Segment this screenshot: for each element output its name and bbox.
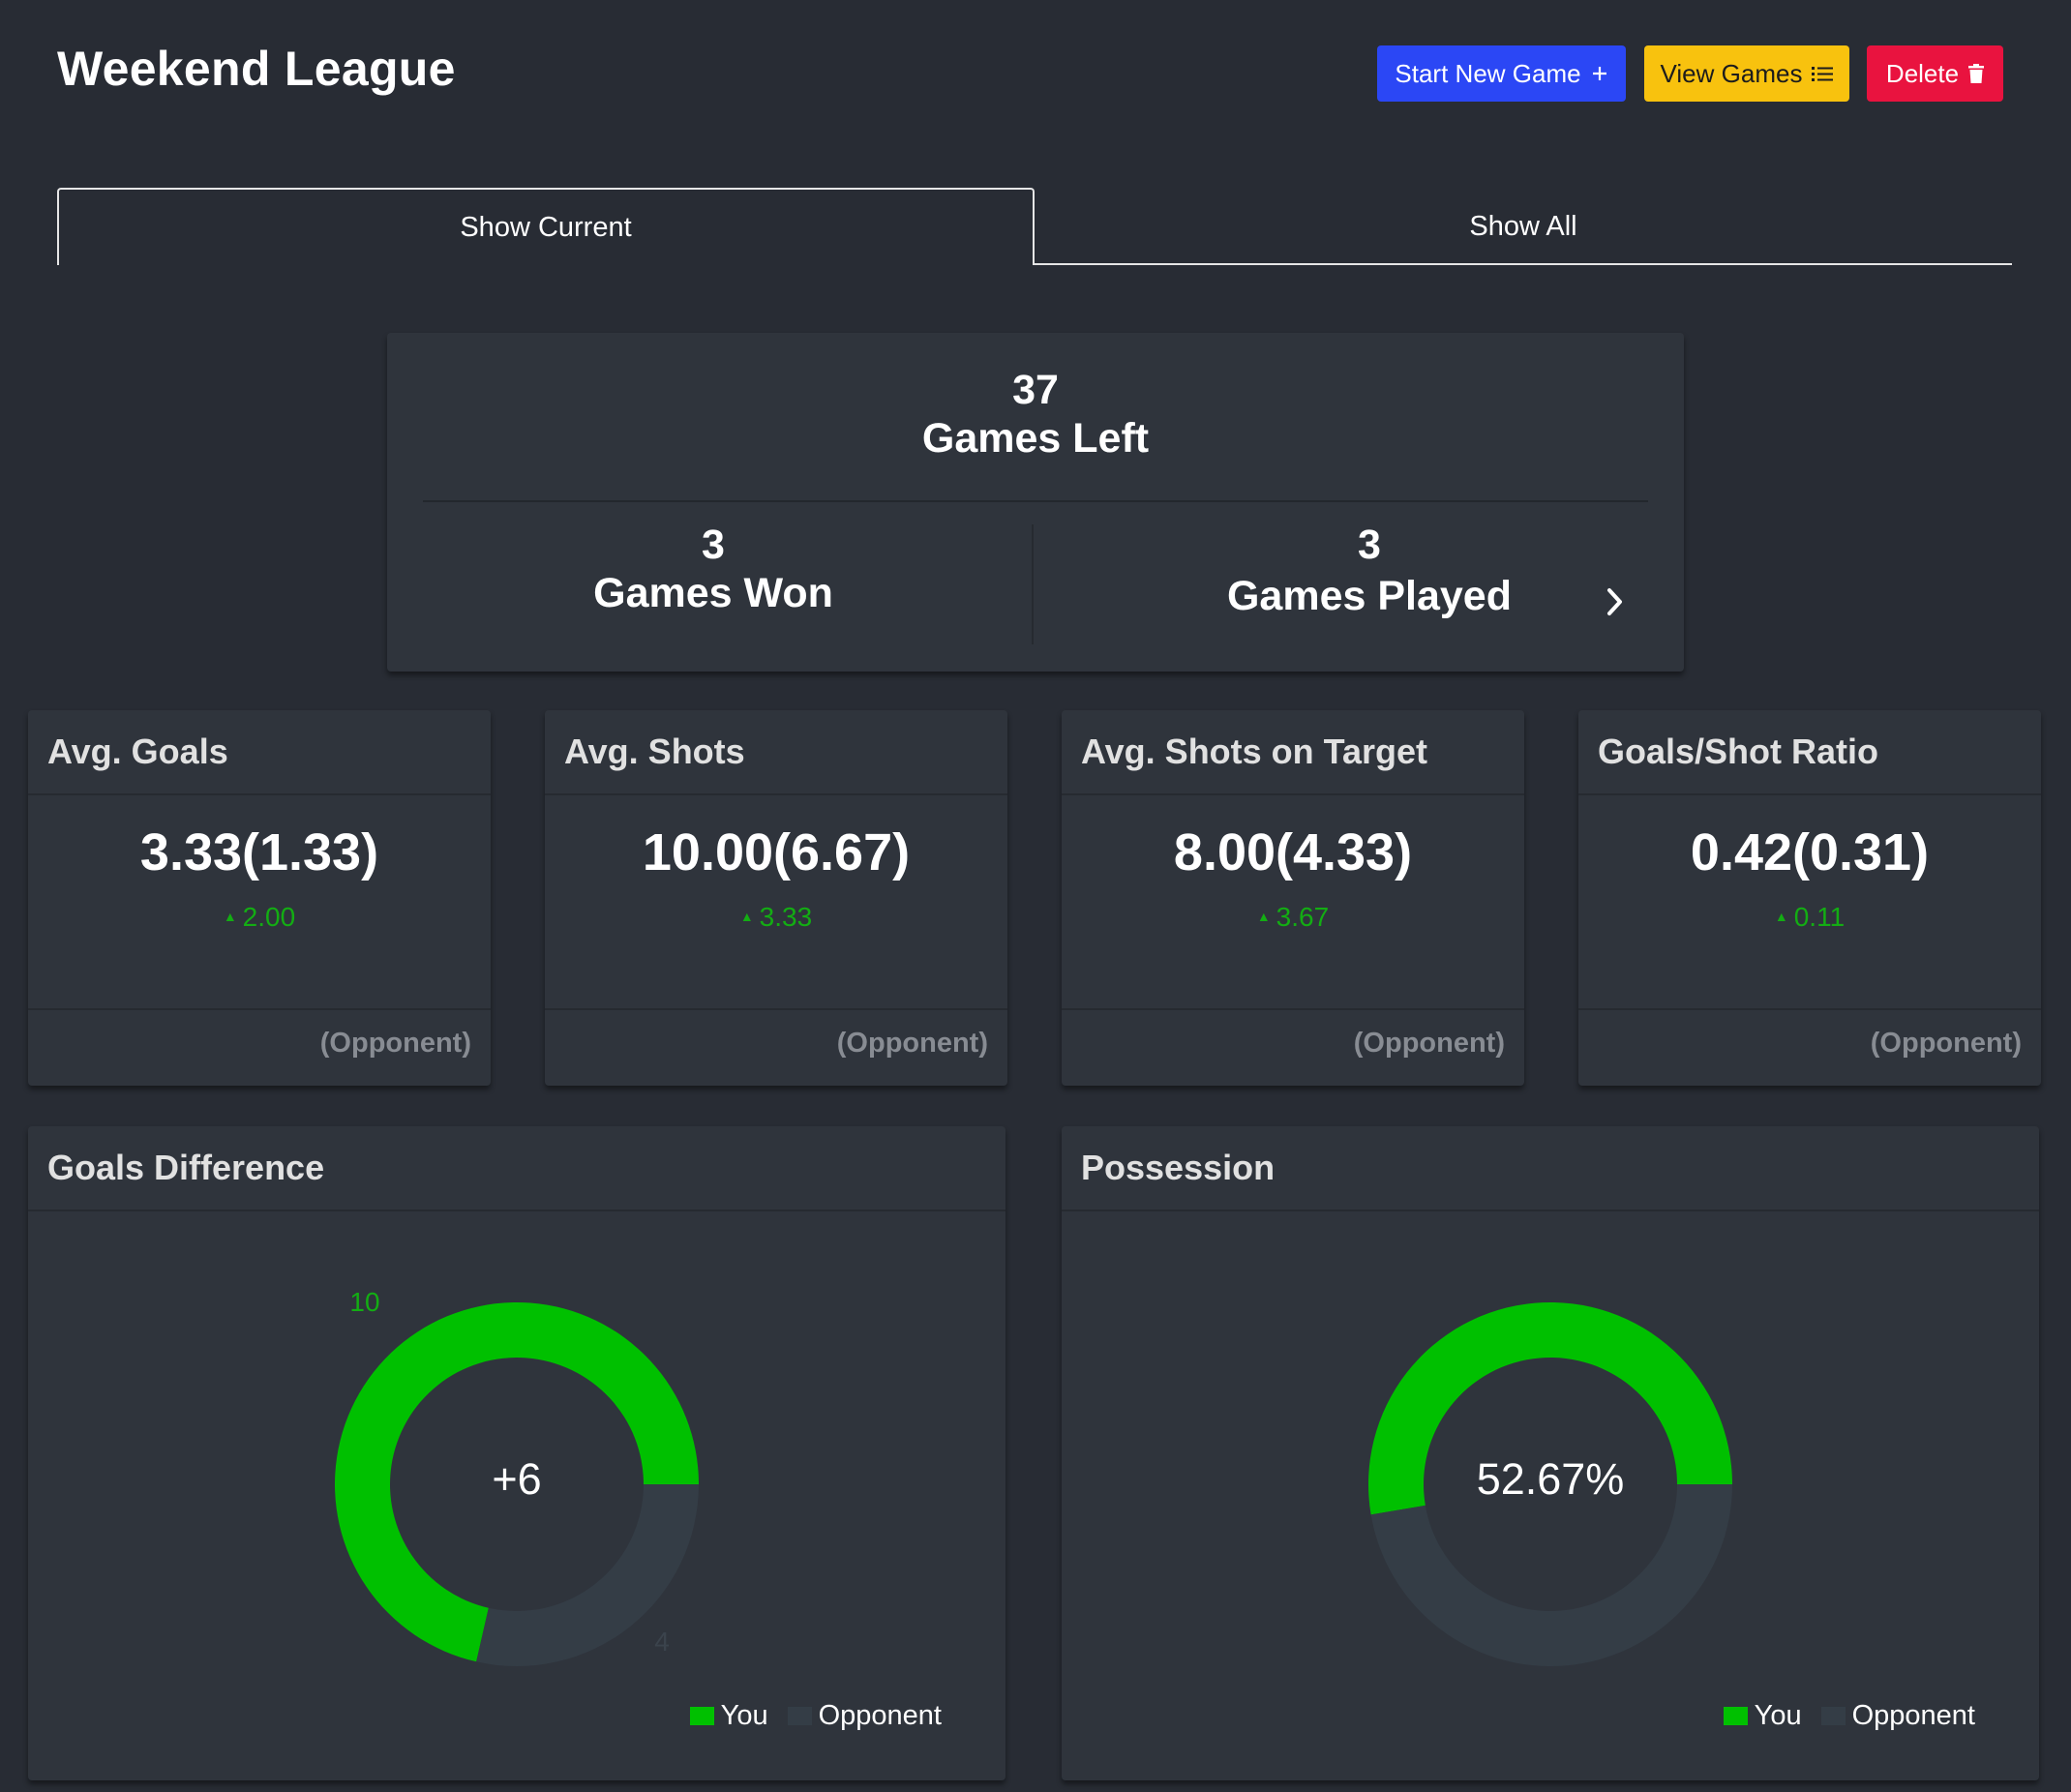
stat-delta-value: 3.33 [759,902,813,932]
stat-title: Goals/Shot Ratio [1598,732,1879,771]
donut-center-label: 52.67% [1477,1454,1625,1504]
view-games-button[interactable]: View Games [1644,45,1849,102]
trash-icon [1968,64,1985,83]
stat-card-avg-shots: Avg. Shots 10.00(6.67) ▲ 3.33 (Opponent) [545,710,1007,1086]
list-icon [1812,67,1834,81]
stat-title: Avg. Shots on Target [1081,732,1428,771]
goals-difference-card: Goals Difference 10 4 +6 You Opponent [28,1126,1005,1780]
legend-item-opponent[interactable]: Opponent [1820,1700,1975,1732]
arrow-up-icon: ▲ [223,908,237,924]
possession-donut: 52.67% [1368,1302,1732,1666]
legend-item-opponent[interactable]: Opponent [787,1700,942,1732]
games-won-label: Games Won [593,570,833,616]
legend-swatch-opponent [787,1707,812,1725]
stat-footer-divider [1062,1008,1524,1010]
stat-footer-divider [1578,1008,2041,1010]
start-new-game-label: Start New Game [1395,58,1581,88]
stat-footer: (Opponent) [836,1027,988,1059]
legend-item-you[interactable]: You [1723,1700,1802,1732]
games-won-value: 3 [702,522,725,568]
page-title: Weekend League [57,42,456,96]
stat-delta: ▲ 3.67 [1062,902,1524,933]
chevron-right-icon[interactable] [1606,586,1625,617]
stat-value: 8.00(4.33) [1173,823,1413,881]
stat-delta: ▲ 2.00 [28,902,491,933]
stat-header-divider [545,793,1007,795]
goals-difference-donut: 10 4 +6 [335,1287,699,1666]
legend-label-you: You [720,1700,768,1731]
delete-button[interactable]: Delete [1867,45,2003,102]
stat-footer-divider [545,1008,1007,1010]
league-summary-card: 37 Games Left 3 Games Won 3 Games Played [387,333,1684,672]
arrow-up-icon: ▲ [1774,908,1788,924]
summary-vertical-divider [1032,524,1034,644]
stat-delta-value: 3.67 [1276,902,1330,932]
possession-card: Possession 52.67% You Opponent [1062,1126,2039,1780]
stat-header-divider [28,793,491,795]
summary-divider [423,500,1648,502]
legend-item-you[interactable]: You [689,1700,768,1732]
slice-label-opponent: 4 [654,1627,670,1657]
games-left: 37 Games Left [387,366,1684,463]
stat-title: Avg. Goals [47,732,228,771]
games-played-label: Games Played [1226,573,1512,619]
chart-legend: You Opponent [671,1700,942,1732]
stat-card-avg-shots-on-target: Avg. Shots on Target 8.00(4.33) ▲ 3.67 (O… [1062,710,1524,1086]
games-played-value: 3 [1358,522,1381,568]
tab-show-all[interactable]: Show All [1035,188,2012,265]
donut-slice-opponent[interactable] [1370,1484,1732,1666]
legend-label-you: You [1754,1700,1802,1731]
stat-delta: ▲ 0.11 [1578,902,2041,933]
stat-title: Avg. Shots [564,732,745,771]
legend-swatch-you [689,1707,714,1725]
plus-icon [1592,67,1606,80]
games-won: 3 Games Won [387,521,1039,617]
delete-label: Delete [1885,58,1960,88]
stat-value: 10.00(6.67) [642,823,911,881]
view-tabs: Show Current Show All [57,188,2012,265]
games-left-label: Games Left [921,415,1150,462]
stat-footer: (Opponent) [1353,1027,1505,1059]
stat-footer-divider [28,1008,491,1010]
stat-card-goals-shot-ratio: Goals/Shot Ratio 0.42(0.31) ▲ 0.11 (Oppon… [1578,710,2041,1086]
stat-value: 0.42(0.31) [1690,823,1930,881]
stat-delta: ▲ 3.33 [545,902,1007,933]
start-new-game-button[interactable]: Start New Game [1377,45,1626,102]
stat-delta-value: 0.11 [1793,902,1846,932]
stat-footer: (Opponent) [1870,1027,2022,1059]
view-games-label: View Games [1660,58,1803,88]
legend-label-opponent: Opponent [818,1700,942,1731]
stat-header-divider [1578,793,2041,795]
stat-header-divider [1062,793,1524,795]
slice-label-you: 10 [349,1287,379,1317]
stat-delta-value: 2.00 [242,902,296,932]
tab-show-current[interactable]: Show Current [57,188,1035,265]
games-played[interactable]: 3 Games Played [1112,521,1627,620]
arrow-up-icon: ▲ [739,908,754,924]
games-left-value: 37 [1012,367,1059,413]
stat-card-avg-goals: Avg. Goals 3.33(1.33) ▲ 2.00 (Opponent) [28,710,491,1086]
legend-swatch-opponent [1820,1707,1846,1725]
legend-swatch-you [1723,1707,1748,1725]
arrow-up-icon: ▲ [1256,908,1271,924]
donut-center-label: +6 [492,1454,541,1504]
dashboard-page: Weekend League Start New Game View Games… [0,0,2071,1792]
chart-legend: You Opponent [1704,1700,1975,1732]
legend-label-opponent: Opponent [1851,1700,1975,1731]
stat-footer: (Opponent) [319,1027,471,1059]
stat-value: 3.33(1.33) [139,823,379,881]
